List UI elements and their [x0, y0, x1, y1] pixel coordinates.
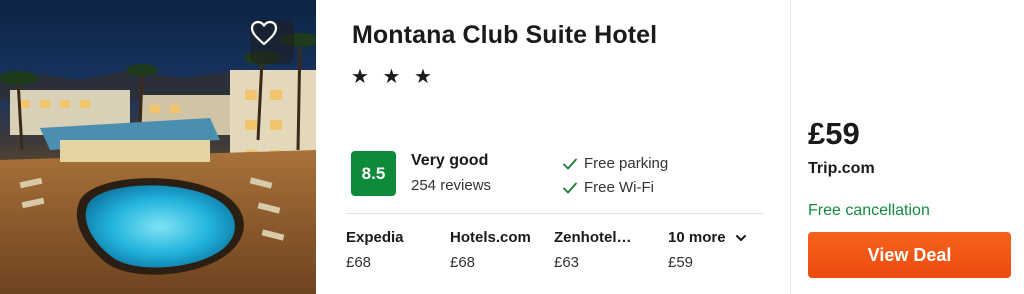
hotel-name[interactable]: Montana Club Suite Hotel — [352, 21, 657, 50]
amenity-free-wifi: Free Wi-Fi — [562, 179, 654, 196]
vertical-divider — [790, 0, 791, 294]
star-rating: ★ ★ ★ — [351, 66, 436, 88]
free-cancellation-label: Free cancellation — [808, 202, 930, 219]
rating-label: Very good — [411, 152, 489, 169]
rating-score-badge: 8.5 — [351, 151, 396, 196]
divider — [346, 213, 764, 214]
check-icon — [563, 158, 577, 169]
offer-zenhotels[interactable]: Zenhotel… £63 — [554, 229, 632, 271]
hotel-photo[interactable] — [0, 0, 316, 294]
heart-icon — [250, 20, 278, 46]
review-count[interactable]: 254 reviews — [411, 177, 491, 194]
hotel-result-card: Montana Club Suite Hotel ★ ★ ★ 8.5 Very … — [0, 0, 1024, 294]
amenity-free-parking: Free parking — [562, 155, 668, 172]
offer-hotels-com[interactable]: Hotels.com £68 — [450, 229, 531, 271]
offer-provider: Zenhotel… — [554, 229, 632, 246]
offer-provider: Expedia — [346, 229, 404, 246]
more-offers-price: £59 — [668, 254, 694, 271]
offer-price: £68 — [346, 254, 372, 271]
deal-price: £59 — [808, 116, 860, 151]
deal-provider: Trip.com — [808, 160, 875, 177]
offer-price: £63 — [554, 254, 580, 271]
more-offers-label-row: 10 more — [668, 229, 747, 246]
offer-price: £68 — [450, 254, 476, 271]
more-offers-button[interactable]: 10 more £59 — [668, 229, 747, 271]
more-offers-label: 10 more — [668, 229, 726, 246]
amenity-label: Free Wi-Fi — [584, 179, 654, 196]
view-deal-button[interactable]: View Deal — [808, 232, 1011, 278]
offer-expedia[interactable]: Expedia £68 — [346, 229, 404, 271]
favorite-button[interactable] — [250, 20, 294, 64]
check-icon — [563, 182, 577, 193]
offer-provider: Hotels.com — [450, 229, 531, 246]
chevron-down-icon — [735, 234, 746, 241]
amenity-label: Free parking — [584, 155, 669, 172]
